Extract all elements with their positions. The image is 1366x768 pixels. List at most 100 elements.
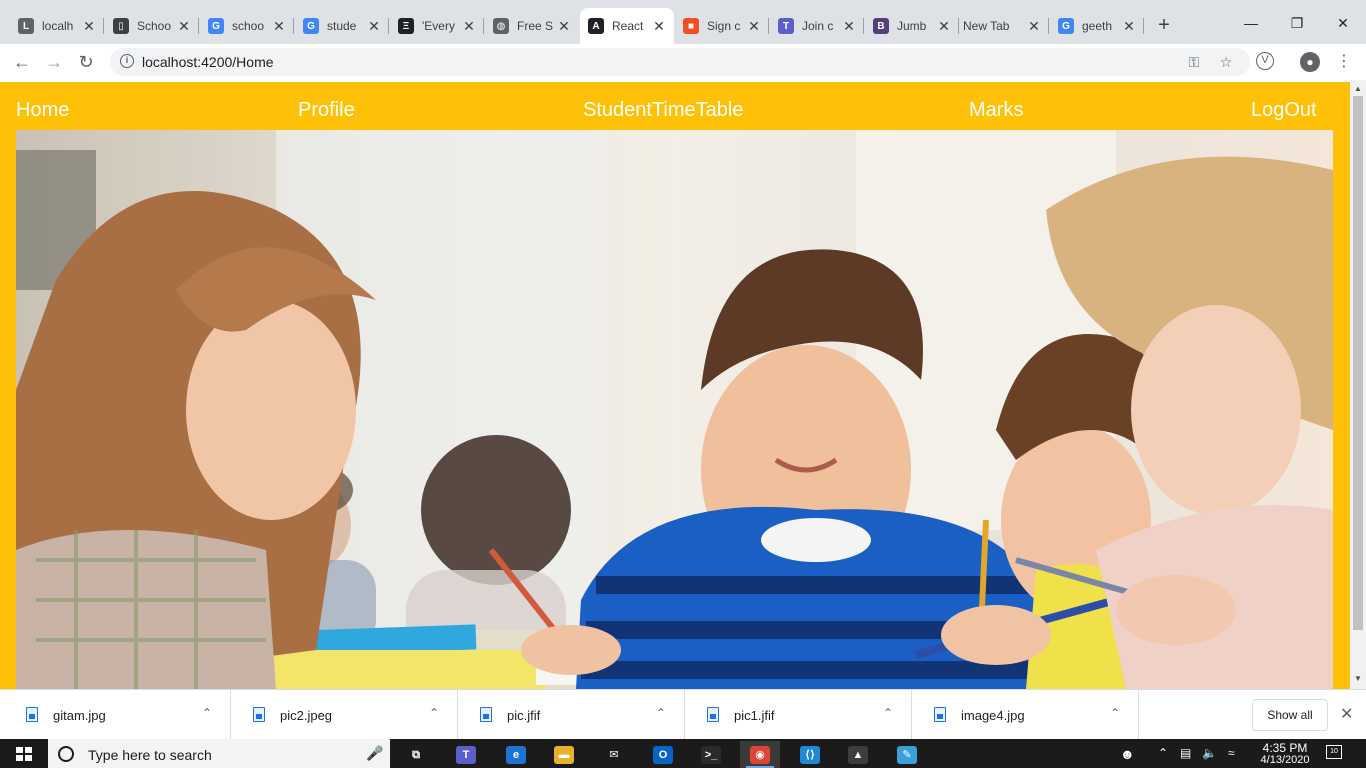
- microphone-icon[interactable]: 🎤: [366, 745, 383, 762]
- taskbar-app[interactable]: O: [643, 741, 683, 768]
- address-bar[interactable]: i localhost:4200/Home: [110, 48, 1250, 76]
- window-close-button[interactable]: ✕: [1320, 10, 1366, 36]
- profile-avatar-icon[interactable]: ●: [1300, 52, 1320, 72]
- windows-taskbar: Type here to search 🎤 ⧉ Te ▬ ✉ O >_ ◉ ⟨⟩ ▲ ✎ ☻ ⌃ …: [0, 739, 1366, 768]
- image-file-icon: [480, 707, 492, 722]
- browser-tab[interactable]: ▯ Schoo ✕: [105, 8, 199, 44]
- menu-kebab-icon[interactable]: ⋮: [1334, 52, 1354, 72]
- tab-close-icon[interactable]: ✕: [652, 18, 666, 35]
- download-item[interactable]: pic1.jfif ⌃: [685, 690, 912, 740]
- tab-close-icon[interactable]: ✕: [272, 18, 286, 35]
- taskbar-app[interactable]: ▬: [544, 741, 584, 768]
- tab-title: 'Every: [422, 19, 455, 33]
- terminal-icon: >_: [701, 745, 721, 764]
- tab-title: localh: [42, 19, 74, 33]
- medium-icon: Ξ: [398, 18, 414, 34]
- clock-time[interactable]: 4:35 PM: [1255, 741, 1315, 755]
- download-item[interactable]: pic2.jpeg ⌃: [231, 690, 458, 740]
- forward-icon[interactable]: →: [42, 50, 66, 74]
- edge-icon: e: [506, 745, 526, 764]
- extension-icon[interactable]: V: [1256, 52, 1274, 70]
- vscode-icon: ⟨⟩: [800, 745, 820, 764]
- download-item[interactable]: gitam.jpg ⌃: [4, 690, 231, 740]
- taskbar-app[interactable]: ✉: [594, 741, 634, 768]
- battery-icon[interactable]: ▤: [1180, 746, 1191, 760]
- download-filename: gitam.jpg: [53, 708, 106, 723]
- tab-close-icon[interactable]: ✕: [367, 18, 381, 35]
- taskbar-app[interactable]: T: [446, 741, 486, 768]
- tab-separator: [1048, 18, 1049, 34]
- volume-icon[interactable]: 🔈: [1202, 746, 1217, 760]
- download-item[interactable]: pic.jfif ⌃: [458, 690, 685, 740]
- browser-tab[interactable]: ◍ Free S ✕: [485, 8, 579, 44]
- image-file-icon: [26, 707, 38, 722]
- chevron-up-icon[interactable]: ⌃: [202, 706, 212, 720]
- browser-tab[interactable]: Llocalh ✕: [10, 8, 104, 44]
- scroll-up-icon[interactable]: ▲: [1350, 82, 1366, 96]
- browser-tab[interactable]: Gstude ✕: [295, 8, 389, 44]
- taskbar-app[interactable]: ◉: [740, 741, 780, 768]
- taskbar-app[interactable]: ▲: [838, 741, 878, 768]
- students-illustration: [16, 130, 1333, 689]
- minimize-button[interactable]: —: [1228, 10, 1274, 36]
- browser-tab[interactable]: Ξ 'Every ✕: [390, 8, 484, 44]
- browser-tab[interactable]: ■ Sign c ✕: [675, 8, 769, 44]
- nav-student-timetable[interactable]: StudentTimeTable: [583, 99, 743, 122]
- url-text[interactable]: localhost:4200/Home: [142, 54, 274, 70]
- taskbar-app[interactable]: e: [496, 741, 536, 768]
- vertical-scrollbar[interactable]: ▲ ▼: [1350, 80, 1366, 689]
- tray-expand-icon[interactable]: ⌃: [1158, 746, 1168, 760]
- tab-close-icon[interactable]: ✕: [557, 18, 571, 35]
- tab-close-icon[interactable]: ✕: [1027, 18, 1041, 35]
- tab-close-icon[interactable]: ✕: [1122, 18, 1136, 35]
- close-shelf-icon[interactable]: ✕: [1340, 704, 1353, 724]
- google-icon: G: [208, 18, 224, 34]
- browser-tab[interactable]: A React ✕: [580, 8, 674, 44]
- chevron-up-icon[interactable]: ⌃: [656, 706, 666, 720]
- browser-tab[interactable]: B Jumb ✕: [865, 8, 959, 44]
- nav-profile[interactable]: Profile: [298, 99, 355, 122]
- teams-icon: T: [456, 745, 476, 764]
- scroll-down-icon[interactable]: ▼: [1350, 672, 1366, 686]
- nav-marks[interactable]: Marks: [969, 99, 1023, 122]
- show-all-button[interactable]: Show all: [1252, 699, 1328, 731]
- chevron-up-icon[interactable]: ⌃: [429, 706, 439, 720]
- chevron-up-icon[interactable]: ⌃: [883, 706, 893, 720]
- browser-tab[interactable]: New Tab ✕: [955, 8, 1049, 44]
- new-tab-button[interactable]: +: [1154, 15, 1174, 36]
- tab-title: Jumb: [897, 19, 927, 33]
- wifi-icon[interactable]: ≈: [1228, 746, 1235, 760]
- windows-start-icon[interactable]: [16, 747, 32, 761]
- taskbar-app[interactable]: ⟨⟩: [790, 741, 830, 768]
- bookmark-star-icon[interactable]: ☆: [1216, 52, 1236, 72]
- reload-icon[interactable]: ↻: [74, 50, 98, 74]
- tab-close-icon[interactable]: ✕: [937, 18, 951, 35]
- site-info-icon[interactable]: i: [120, 54, 134, 68]
- tab-close-icon[interactable]: ✕: [82, 18, 96, 35]
- chevron-up-icon[interactable]: ⌃: [1110, 706, 1120, 720]
- microsoft-icon: ■: [683, 18, 699, 34]
- notification-icon[interactable]: 10: [1326, 745, 1342, 759]
- download-filename: image4.jpg: [961, 708, 1025, 723]
- key-icon[interactable]: ⚿: [1184, 52, 1204, 72]
- browser-tab[interactable]: Ggeeth ✕: [1050, 8, 1144, 44]
- tab-title: stude: [327, 19, 357, 33]
- taskbar-app[interactable]: ✎: [887, 741, 927, 768]
- taskbar-app[interactable]: >_: [691, 741, 731, 768]
- nav-logout[interactable]: LogOut: [1251, 99, 1317, 122]
- nav-home[interactable]: Home: [16, 99, 69, 122]
- scrollbar-thumb[interactable]: [1353, 96, 1363, 630]
- back-icon[interactable]: ←: [10, 50, 34, 74]
- maximize-button[interactable]: ❐: [1274, 10, 1320, 36]
- tab-close-icon[interactable]: ✕: [747, 18, 761, 35]
- taskbar-search-box[interactable]: Type here to search 🎤: [48, 739, 390, 768]
- tab-close-icon[interactable]: ✕: [177, 18, 191, 35]
- people-icon[interactable]: ☻: [1120, 746, 1135, 762]
- download-item[interactable]: image4.jpg ⌃: [912, 690, 1139, 740]
- browser-tab[interactable]: T Join c ✕: [770, 8, 864, 44]
- tab-close-icon[interactable]: ✕: [462, 18, 476, 35]
- tab-close-icon[interactable]: ✕: [842, 18, 856, 35]
- taskbar-app[interactable]: ⧉: [396, 741, 436, 768]
- browser-tab[interactable]: Gschoo ✕: [200, 8, 294, 44]
- clock-date[interactable]: 4/13/2020: [1255, 754, 1315, 766]
